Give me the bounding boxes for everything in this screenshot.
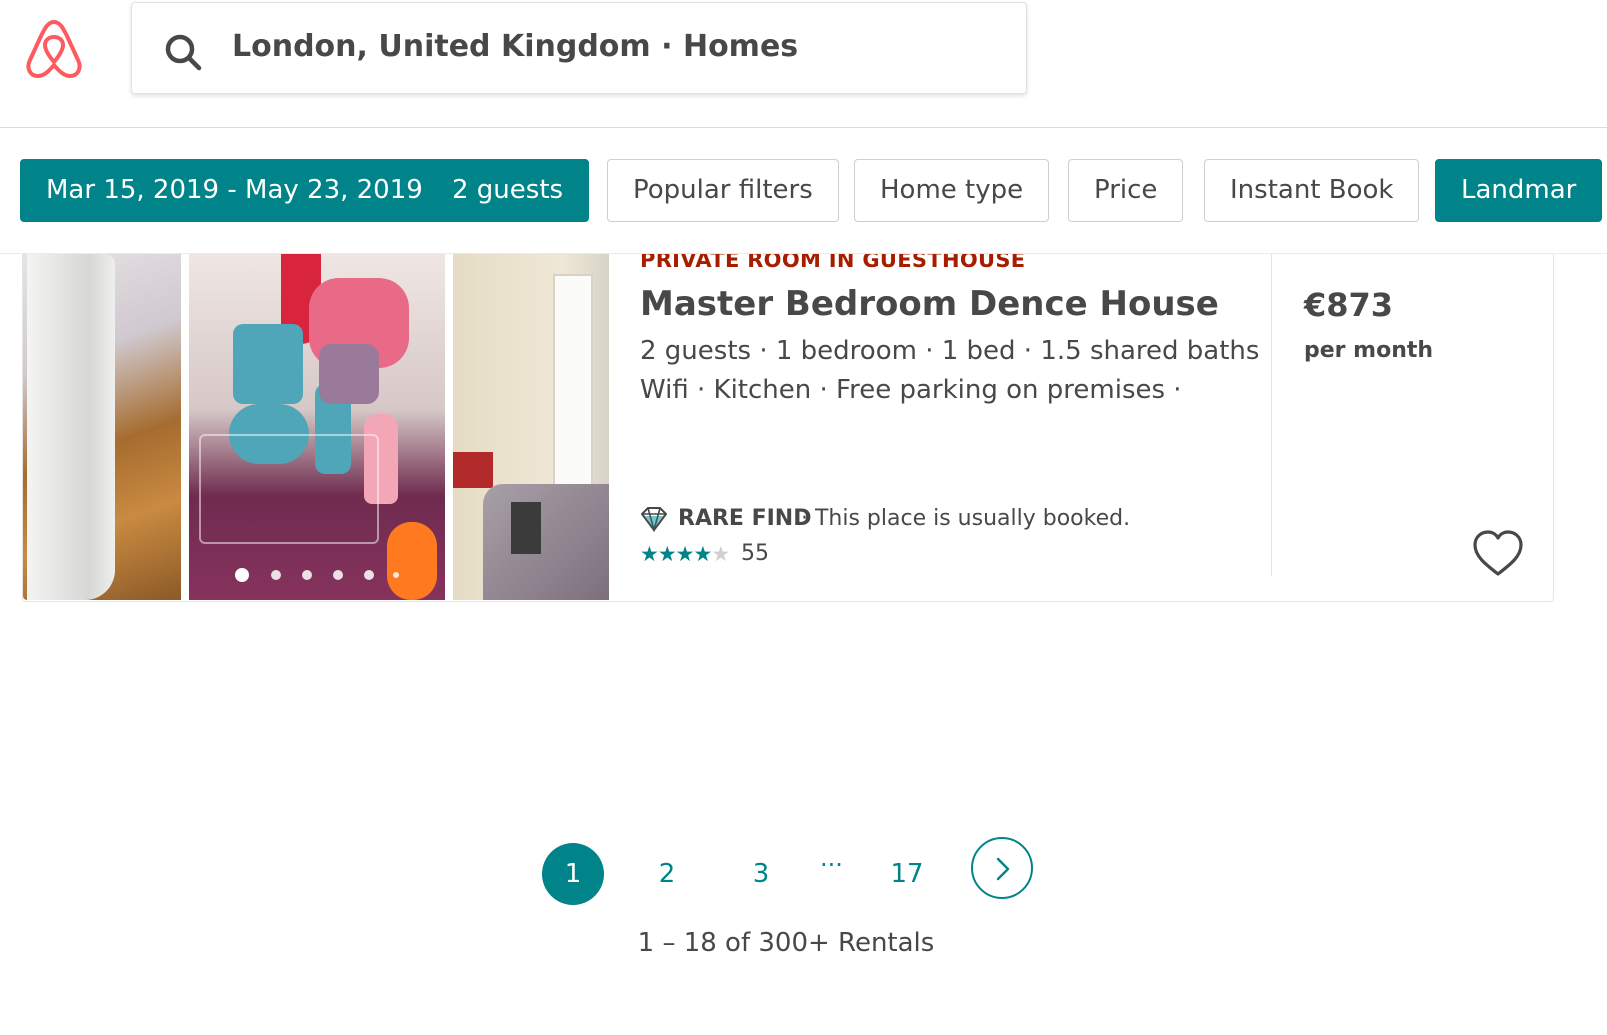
price-filter-button[interactable]: Price [1068, 159, 1184, 222]
listing-amenities: Wifi · Kitchen · Free parking on premise… [640, 375, 1182, 405]
page-button-1[interactable]: 1 [542, 843, 604, 905]
airbnb-logo-icon[interactable] [24, 16, 84, 80]
star-icon: ★ [640, 542, 659, 566]
listing-details: 2 guests · 1 bedroom · 1 bed · 1.5 share… [640, 336, 1260, 366]
listing-kind: PRIVATE ROOM IN GUESTHOUSE [640, 254, 1026, 272]
results-count: 1 – 18 of 300+ Rentals [637, 928, 935, 958]
pagination-ellipsis: ··· [820, 851, 843, 879]
carousel-dot[interactable] [271, 570, 281, 580]
home-type-filter-button[interactable]: Home type [854, 159, 1050, 222]
photo-carousel[interactable] [23, 254, 609, 600]
next-page-button[interactable] [971, 837, 1033, 899]
dates-filter-button[interactable]: Mar 15, 2019 - May 23, 2019 [20, 159, 449, 222]
star-empty-icon: ★ [711, 542, 730, 566]
diamond-icon [641, 507, 667, 532]
listing-price: €873 [1304, 286, 1394, 324]
filter-bar: Mar 15, 2019 - May 23, 2019 2 guests Pop… [0, 128, 1607, 254]
carousel-dot[interactable] [364, 570, 374, 580]
carousel-dot[interactable] [393, 572, 399, 578]
card-divider [1271, 254, 1272, 576]
listing-photo[interactable] [189, 254, 445, 600]
rare-find-label: RARE FIND [678, 506, 812, 531]
page-button-2[interactable]: 2 [636, 843, 698, 905]
listing-photo[interactable] [453, 254, 609, 600]
listing-title[interactable]: Master Bedroom Dence House [640, 284, 1219, 324]
review-count: 55 [741, 541, 769, 566]
search-query-text[interactable]: London, United Kingdom · Homes [232, 29, 798, 64]
top-header: London, United Kingdom · Homes [0, 0, 1607, 128]
popular-filters-button[interactable]: Popular filters [607, 159, 839, 222]
listing-photo[interactable] [23, 254, 181, 600]
carousel-dot[interactable] [333, 570, 343, 580]
chevron-right-icon [996, 857, 1010, 881]
listing-card[interactable]: PRIVATE ROOM IN GUESTHOUSE Master Bedroo… [22, 254, 1554, 602]
guests-filter-button[interactable]: 2 guests [426, 159, 590, 222]
page-button-3[interactable]: 3 [730, 843, 792, 905]
search-bar[interactable]: London, United Kingdom · Homes [131, 2, 1027, 94]
carousel-dot[interactable] [235, 568, 249, 582]
star-icon: ★ [657, 542, 677, 566]
page-button-last[interactable]: 17 [876, 843, 938, 905]
heart-icon[interactable] [1471, 528, 1525, 578]
carousel-dot[interactable] [302, 570, 312, 580]
landmarks-filter-button[interactable]: Landmar [1435, 159, 1603, 222]
search-icon [165, 34, 202, 71]
rare-find-text: · This place is usually booked. [801, 506, 1131, 531]
rating-stars: ★★★★★ [640, 542, 730, 566]
instant-book-filter-button[interactable]: Instant Book [1204, 159, 1420, 222]
price-period: per month [1304, 338, 1434, 363]
pagination: 1 2 3 ··· 17 [0, 835, 1607, 905]
star-icon: ★ [675, 542, 695, 566]
star-icon: ★ [693, 542, 712, 566]
